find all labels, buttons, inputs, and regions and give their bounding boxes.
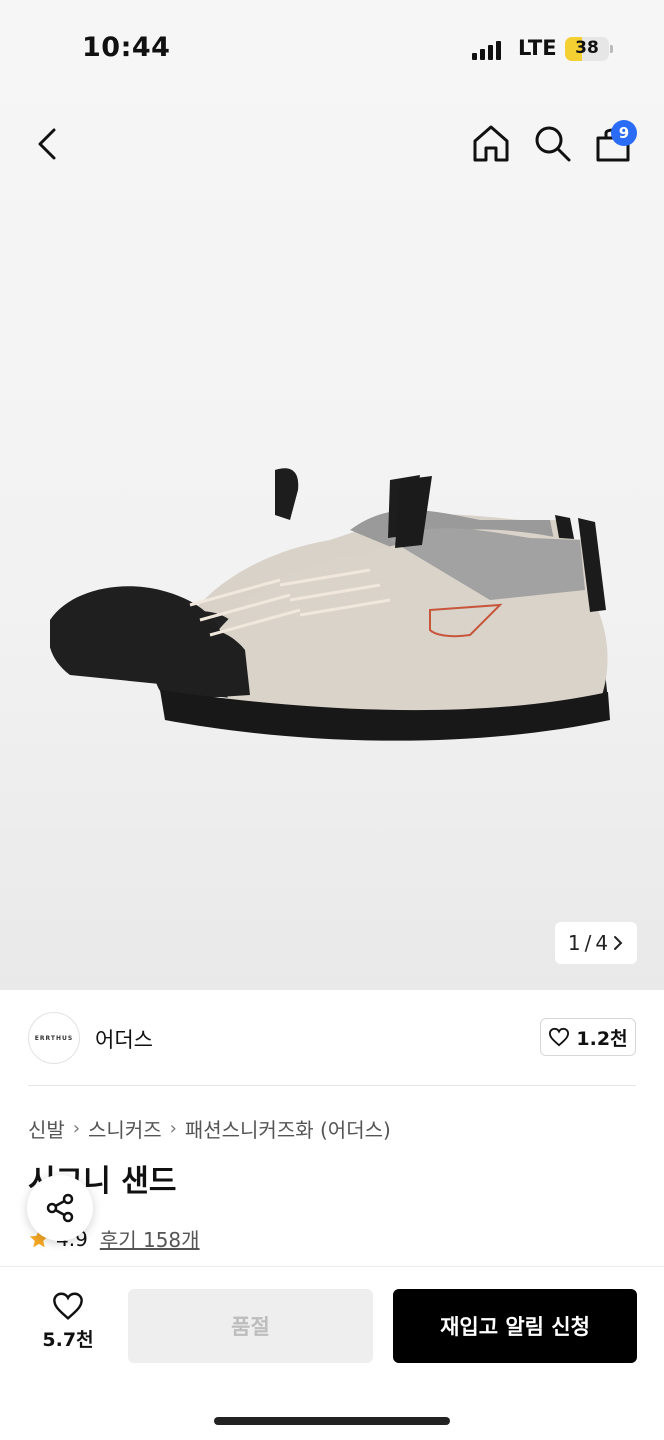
home-icon bbox=[473, 125, 509, 162]
share-icon bbox=[46, 1193, 74, 1223]
soldout-button: 품절 bbox=[128, 1289, 373, 1363]
search-icon bbox=[535, 126, 571, 162]
gallery-pager[interactable]: 1 / 4 bbox=[555, 922, 637, 964]
restock-notify-button[interactable]: 재입고 알림 신청 bbox=[393, 1289, 637, 1363]
pager-total: 4 bbox=[595, 931, 609, 955]
bottom-action-bar: 5.7천 품절 재입고 알림 신청 bbox=[0, 1266, 664, 1440]
brand-row: ERRTHUS 어더스 1.2천 bbox=[0, 990, 664, 1085]
battery-icon: 38 bbox=[565, 37, 609, 61]
brand-logo[interactable]: ERRTHUS bbox=[28, 1012, 80, 1064]
chevron-right-icon bbox=[614, 936, 623, 950]
battery-percent: 38 bbox=[575, 38, 599, 58]
heart-icon bbox=[549, 1027, 570, 1047]
pager-current: 1 bbox=[567, 931, 581, 955]
brand-like-button[interactable]: 1.2천 bbox=[540, 1018, 636, 1056]
brand-like-count: 1.2천 bbox=[576, 1027, 628, 1050]
brand-name[interactable]: 어더스 bbox=[95, 1024, 153, 1054]
breadcrumb-item[interactable]: 신발 bbox=[28, 1114, 65, 1143]
network-label: LTE bbox=[518, 36, 557, 60]
breadcrumb-item[interactable]: 스니커즈 bbox=[88, 1114, 162, 1143]
wishlist-button[interactable]: 5.7천 bbox=[30, 1291, 106, 1361]
status-time: 10:44 bbox=[82, 32, 171, 63]
review-link[interactable]: 후기 158개 bbox=[100, 1224, 200, 1253]
share-button[interactable] bbox=[27, 1175, 93, 1241]
breadcrumb-item[interactable]: 패션스니커즈화 (어더스) bbox=[185, 1114, 391, 1143]
search-button[interactable] bbox=[531, 122, 573, 164]
home-button[interactable] bbox=[470, 122, 512, 164]
wishlist-count: 5.7천 bbox=[42, 1329, 94, 1351]
pager-separator: / bbox=[584, 931, 592, 955]
chevron-right-icon: › bbox=[72, 1118, 81, 1139]
back-icon bbox=[38, 128, 56, 160]
battery-cap bbox=[610, 45, 613, 53]
chevron-right-icon: › bbox=[169, 1118, 177, 1139]
cart-count-badge: 9 bbox=[611, 120, 637, 146]
back-button[interactable] bbox=[28, 122, 68, 166]
home-indicator[interactable] bbox=[214, 1417, 450, 1425]
product-image bbox=[50, 468, 610, 741]
breadcrumb: 신발 › 스니커즈 › 패션스니커즈화 (어더스) bbox=[28, 1114, 391, 1143]
heart-icon bbox=[53, 1292, 83, 1320]
status-bar: 10:44 LTE 38 bbox=[0, 0, 664, 100]
divider bbox=[28, 1085, 636, 1086]
signal-icon bbox=[472, 40, 501, 60]
